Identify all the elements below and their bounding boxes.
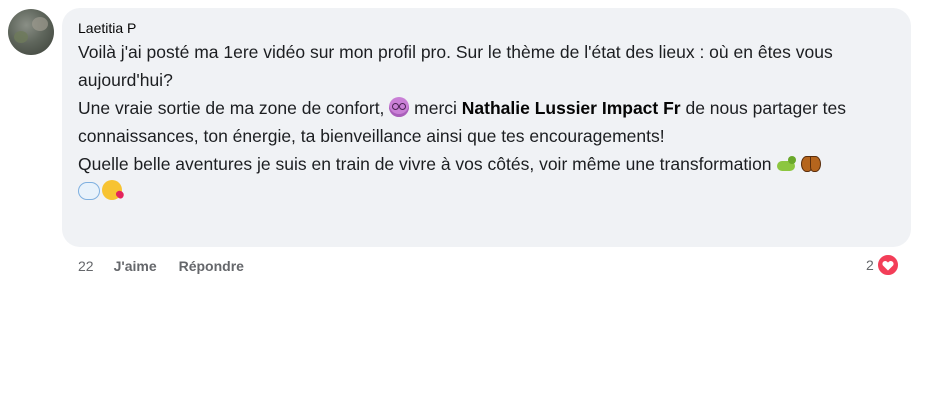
comment-paragraph-3: Quelle belle aventures je suis en train … [78, 150, 897, 178]
speech-bubble-emoji [78, 182, 100, 200]
comment-text-segment: merci [409, 98, 462, 118]
dizzy-face-emoji [389, 97, 410, 117]
reaction-summary[interactable]: 2 [866, 253, 900, 277]
comment-text-segment: Quelle belle aventures je suis en train … [78, 154, 772, 174]
comment-author[interactable]: Laetitia P [78, 19, 897, 37]
avatar[interactable] [8, 9, 54, 55]
butterfly-emoji [801, 153, 822, 173]
mention-link[interactable]: Nathalie Lussier Impact Fr [462, 98, 681, 118]
caterpillar-emoji [776, 153, 797, 173]
comment-text: Voilà j'ai posté ma 1ere vidéo sur mon p… [78, 38, 897, 178]
comment-actions: 22 J'aime Répondre [78, 256, 266, 276]
comment: Laetitia P Voilà j'ai posté ma 1ere vidé… [0, 0, 940, 400]
comment-text-segment: Une vraie sortie de ma zone de confort, [78, 98, 390, 118]
like-button[interactable]: J'aime [114, 256, 157, 276]
heart-icon [875, 253, 900, 277]
kiss-face-emoji [102, 180, 122, 200]
heart-icon-glyph [882, 260, 894, 270]
comment-paragraph-2: Une vraie sortie de ma zone de confort, … [78, 94, 897, 150]
comment-timestamp[interactable]: 22 [78, 256, 94, 276]
reply-button[interactable]: Répondre [179, 256, 244, 276]
comment-bubble: Laetitia P Voilà j'ai posté ma 1ere vidé… [62, 8, 911, 247]
emoji-row [78, 180, 897, 204]
reaction-count: 2 [866, 257, 874, 273]
comment-paragraph-1: Voilà j'ai posté ma 1ere vidéo sur mon p… [78, 42, 833, 90]
